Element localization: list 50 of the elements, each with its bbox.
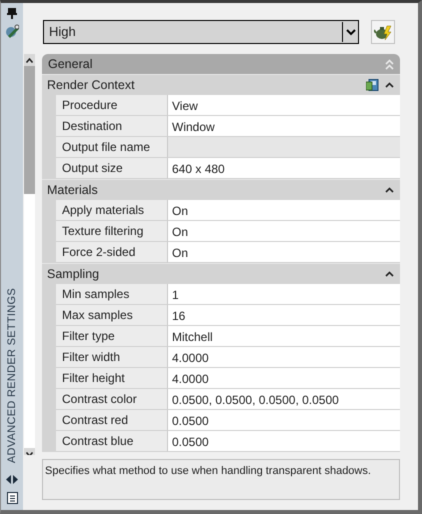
property-label: Output file name [56, 137, 168, 158]
scrollbar[interactable] [24, 54, 35, 455]
property-value[interactable]: Window [168, 116, 400, 137]
property-label: Apply materials [56, 200, 168, 221]
chevron-up-icon[interactable] [385, 187, 394, 193]
property-label: Contrast red [56, 410, 168, 431]
property-value[interactable]: On [168, 200, 400, 221]
scroll-up-icon[interactable] [26, 58, 33, 62]
property-value[interactable]: Mitchell [168, 326, 400, 347]
property-label: Contrast color [56, 389, 168, 410]
preset-dropdown[interactable]: High [43, 20, 359, 44]
property-label: Filter type [56, 326, 168, 347]
property-label: Procedure [56, 95, 168, 116]
general-header[interactable]: General [42, 54, 400, 74]
category-header[interactable]: Render Context [42, 74, 400, 95]
property-label: Filter width [56, 347, 168, 368]
caret-icon [346, 28, 356, 36]
property-label: Contrast blue [56, 431, 168, 452]
property-value[interactable]: View [168, 95, 400, 116]
property-label: Force 2-sided [56, 242, 168, 263]
property-value[interactable]: 0.0500, 0.0500, 0.0500, 0.0500 [168, 389, 400, 410]
file-icon[interactable] [366, 79, 379, 91]
properties-icon[interactable] [6, 492, 18, 504]
render-button[interactable] [371, 20, 395, 44]
property-value[interactable]: 640 x 480 [168, 158, 400, 179]
panel-title: ADVANCED RENDER SETTINGS [4, 288, 19, 463]
chevron-up-icon[interactable] [385, 82, 394, 88]
property-label: Min samples [56, 284, 168, 305]
property-value[interactable]: On [168, 242, 400, 263]
property-value[interactable]: 1 [168, 284, 400, 305]
property-value[interactable]: 4.0000 [168, 347, 400, 368]
property-label: Output size [56, 158, 168, 179]
property-label: Max samples [56, 305, 168, 326]
description-text: Specifies what method to use when handling transparent shadows. [42, 459, 400, 500]
teapot-icon [374, 24, 392, 40]
property-value[interactable]: 0.0500 [168, 410, 400, 431]
property-label: Destination [56, 116, 168, 137]
property-value[interactable]: 0.0500 [168, 431, 400, 452]
category-header[interactable]: Sampling [42, 263, 400, 284]
property-value[interactable]: 16 [168, 305, 400, 326]
resize-arrows-icon[interactable] [6, 475, 18, 484]
chevron-up-icon[interactable] [385, 271, 394, 277]
scroll-down-icon[interactable] [26, 452, 33, 455]
property-value[interactable]: On [168, 221, 400, 242]
section-gutter [42, 200, 56, 263]
pin-icon[interactable] [7, 8, 17, 19]
category-header[interactable]: Materials [42, 179, 400, 200]
property-value[interactable]: 4.0000 [168, 368, 400, 389]
property-label: Texture filtering [56, 221, 168, 242]
property-label: Filter height [56, 368, 168, 389]
